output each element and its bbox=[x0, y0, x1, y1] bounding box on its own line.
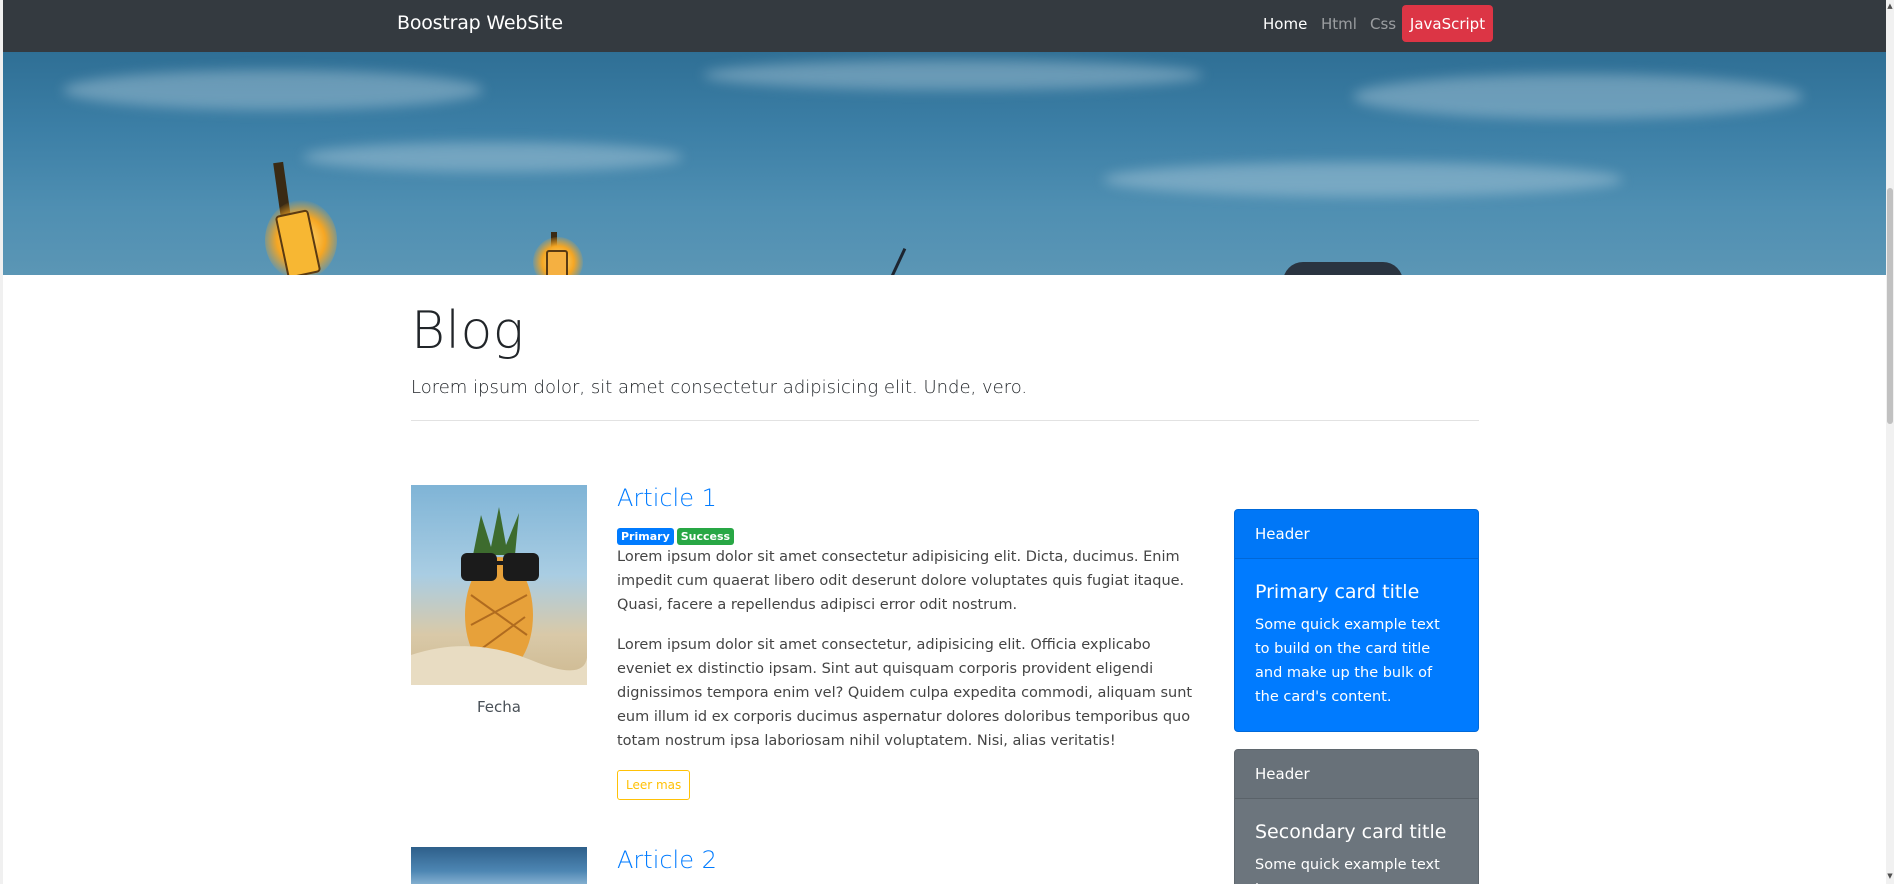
page-lead: Lorem ipsum dolor, sit amet consectetur … bbox=[411, 377, 1028, 398]
scroll-down-icon[interactable]: ▼ bbox=[1886, 872, 1894, 880]
scrollbar-thumb[interactable] bbox=[1887, 188, 1893, 424]
card-header: Header bbox=[1235, 510, 1478, 559]
card-text: Some quick example text to build on the … bbox=[1255, 617, 1440, 705]
article-1-paragraph-1: Lorem ipsum dolor sit amet consectetur a… bbox=[617, 549, 1185, 613]
article-1-title[interactable]: Article 1 bbox=[617, 484, 717, 512]
navbar: Boostrap WebSite Home Html Css JavaScrip… bbox=[3, 0, 1886, 52]
page-title: Blog bbox=[411, 301, 525, 361]
article-1-paragraph-2: Lorem ipsum dolor sit amet consectetur, … bbox=[617, 637, 1193, 749]
nav-link-css[interactable]: Css bbox=[1370, 15, 1396, 33]
card-text: Some quick example text to bbox=[1255, 857, 1440, 884]
article-1-image bbox=[411, 485, 587, 685]
nav-link-html[interactable]: Html bbox=[1321, 15, 1357, 33]
hero-image bbox=[3, 52, 1886, 275]
javascript-button[interactable]: JavaScript bbox=[1402, 5, 1493, 42]
page: Boostrap WebSite Home Html Css JavaScrip… bbox=[0, 0, 1886, 884]
card-header: Header bbox=[1235, 750, 1478, 799]
card-title: Secondary card title bbox=[1255, 821, 1447, 843]
article-1-badges: Primary Success bbox=[617, 525, 737, 545]
secondary-card: Header Secondary card title Some quick e… bbox=[1234, 749, 1479, 884]
badge-primary: Primary bbox=[617, 528, 674, 545]
badge-success: Success bbox=[676, 528, 735, 545]
scroll-up-icon[interactable]: ▲ bbox=[1886, 2, 1894, 10]
navbar-brand[interactable]: Boostrap WebSite bbox=[397, 12, 563, 34]
divider bbox=[411, 420, 1479, 421]
article-2-image bbox=[411, 847, 587, 884]
primary-card: Header Primary card title Some quick exa… bbox=[1234, 509, 1479, 732]
scrollbar[interactable]: ▲ ▼ bbox=[1886, 0, 1894, 884]
card-title: Primary card title bbox=[1255, 581, 1420, 603]
article-1-caption: Fecha bbox=[477, 698, 521, 716]
article-2-title[interactable]: Article 2 bbox=[617, 846, 717, 874]
nav-link-home[interactable]: Home bbox=[1263, 15, 1307, 33]
read-more-button[interactable]: Leer mas bbox=[617, 770, 691, 800]
